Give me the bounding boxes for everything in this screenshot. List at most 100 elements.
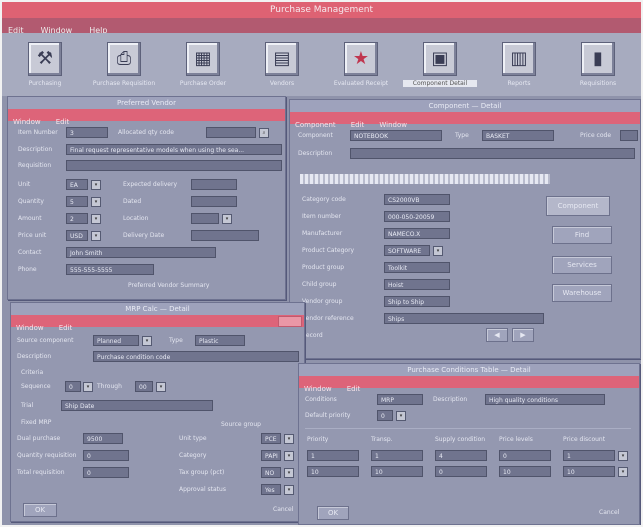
category-code-field[interactable]: CS2000VB xyxy=(384,194,450,205)
type-field[interactable]: Plastic xyxy=(195,335,245,346)
chevron-down-icon[interactable]: ▾ xyxy=(91,180,101,190)
type-field[interactable]: BASKET xyxy=(482,130,554,141)
toolbar-button-2[interactable]: ⎙ Purchase Requisition xyxy=(87,38,161,94)
component-field[interactable]: NOTEBOOK xyxy=(350,130,442,141)
find-button[interactable]: Find xyxy=(552,226,612,244)
expected-delivery-field[interactable] xyxy=(191,179,237,190)
chevron-down-icon[interactable]: ▾ xyxy=(156,382,166,392)
table-cell[interactable]: 10 xyxy=(563,466,615,477)
chevron-down-icon[interactable]: ▾ xyxy=(284,485,294,495)
default-priority-field[interactable]: 0 xyxy=(377,410,393,421)
amount-field[interactable]: 2 xyxy=(66,213,88,224)
source-field[interactable]: Planned xyxy=(93,335,139,346)
chevron-down-icon[interactable]: ▾ xyxy=(91,197,101,207)
ok-button[interactable]: OK xyxy=(317,506,349,520)
chevron-down-icon[interactable]: ▾ xyxy=(618,451,628,461)
toolbar-button-7[interactable]: ▥ Reports xyxy=(482,38,556,94)
toolbar-button-6[interactable]: ▣ Component Detail xyxy=(403,38,477,94)
warehouse-button[interactable]: Warehouse xyxy=(552,284,612,302)
child-group-field[interactable]: Hoist xyxy=(384,279,450,290)
previous-record-button[interactable]: ◀ xyxy=(486,328,508,342)
cancel-button[interactable]: Cancel xyxy=(599,509,619,516)
chevron-down-icon[interactable]: ▾ xyxy=(142,336,152,346)
quantity-field[interactable]: 5 xyxy=(66,196,88,207)
menu-window[interactable]: Window xyxy=(11,322,49,334)
tax-field[interactable]: NO xyxy=(261,467,281,478)
chevron-down-icon[interactable]: ▾ xyxy=(222,214,232,224)
criteria-to-field[interactable]: 00 xyxy=(135,381,153,392)
ok-button[interactable]: OK xyxy=(23,503,57,517)
description-field[interactable]: Final request representative models when… xyxy=(66,144,282,155)
toolbar-button-5[interactable]: ★ Evaluated Receipt xyxy=(324,38,398,94)
dual-purchase-field[interactable]: 9500 xyxy=(83,433,123,444)
requisition-field[interactable] xyxy=(66,160,282,171)
delivery-date-field[interactable] xyxy=(191,230,259,241)
chevron-down-icon[interactable]: ▾ xyxy=(284,434,294,444)
table-cell[interactable]: 10 xyxy=(307,466,359,477)
search-icon[interactable]: ⌕ xyxy=(259,128,269,138)
category-label: Category xyxy=(179,452,207,459)
chevron-down-icon[interactable]: ▾ xyxy=(91,231,101,241)
manufacturer-field[interactable]: NAMECO.X xyxy=(384,228,450,239)
location-field[interactable] xyxy=(191,213,219,224)
phone-field[interactable]: 555-555-5555 xyxy=(66,264,154,275)
toolbar-button-4[interactable]: ▤ Vendors xyxy=(245,38,319,94)
table-cell[interactable]: 1 xyxy=(371,450,423,461)
total-requisition-field[interactable]: 0 xyxy=(83,467,129,478)
chevron-down-icon[interactable]: ▾ xyxy=(433,246,443,256)
toolbar-icon-frame: ▮ xyxy=(581,42,615,76)
qty-requisition-field[interactable]: 0 xyxy=(83,450,129,461)
menu-edit[interactable]: Edit xyxy=(342,383,366,395)
contact-field[interactable]: John Smith xyxy=(66,247,216,258)
next-record-button[interactable]: ▶ xyxy=(512,328,534,342)
cancel-button[interactable]: Cancel xyxy=(273,506,293,513)
description-field[interactable] xyxy=(350,148,635,159)
menu-edit[interactable]: Edit xyxy=(54,322,78,334)
services-button[interactable]: Services xyxy=(552,256,612,274)
price-unit-field[interactable]: USD xyxy=(66,230,88,241)
chevron-down-icon[interactable]: ▾ xyxy=(83,382,93,392)
product-category-field[interactable]: SOFTWARE xyxy=(384,245,430,256)
menu-window[interactable]: Window xyxy=(8,116,46,128)
product-group-field[interactable]: Toolkit xyxy=(384,262,450,273)
trial-field[interactable]: Ship Date xyxy=(61,400,213,411)
product-category-label: Product Category xyxy=(302,247,355,254)
criteria-from-field[interactable]: 0 xyxy=(65,381,81,392)
conditions-field[interactable]: MRP xyxy=(377,394,423,405)
table-cell[interactable]: 1 xyxy=(563,450,615,461)
amount-label: Amount xyxy=(18,215,42,222)
manufacturer-label: Manufacturer xyxy=(302,230,343,237)
table-cell[interactable]: 1 xyxy=(307,450,359,461)
toolbar-button-8[interactable]: ▮ Requisitions xyxy=(561,38,635,94)
date-field[interactable] xyxy=(191,196,237,207)
unit-field[interactable]: EA xyxy=(66,179,88,190)
chevron-down-icon[interactable]: ▾ xyxy=(396,411,406,421)
price-code-field[interactable] xyxy=(620,130,638,141)
chevron-down-icon[interactable]: ▾ xyxy=(284,468,294,478)
qty-code-field[interactable] xyxy=(206,127,256,138)
table-cell[interactable]: 10 xyxy=(499,466,551,477)
unit-type-field[interactable]: PCE xyxy=(261,433,281,444)
table-cell[interactable]: 10 xyxy=(371,466,423,477)
item-number-field[interactable]: 3 xyxy=(66,127,108,138)
toolbar-button-3[interactable]: ▦ Purchase Order xyxy=(166,38,240,94)
approval-field[interactable]: Yes xyxy=(261,484,281,495)
menu-component[interactable]: Component xyxy=(290,119,341,131)
chevron-down-icon[interactable]: ▾ xyxy=(91,214,101,224)
chevron-down-icon[interactable]: ▾ xyxy=(284,451,294,461)
category-field[interactable]: PAPI xyxy=(261,450,281,461)
item-number-field[interactable]: 000-050-20059 xyxy=(384,211,450,222)
chevron-down-icon[interactable]: ▾ xyxy=(618,467,628,477)
table-cell[interactable]: 0 xyxy=(435,466,487,477)
vendor-reference-field[interactable]: Ships xyxy=(384,313,544,324)
component-button[interactable]: Component xyxy=(546,196,610,216)
description-field[interactable]: Purchase condition code xyxy=(93,351,299,362)
toolbar-button-1[interactable]: ⚒ Purchasing xyxy=(8,38,82,94)
table-cell[interactable]: 4 xyxy=(435,450,487,461)
vendor-group-field[interactable]: Ship to Ship xyxy=(384,296,450,307)
toolbar-icon-frame: ⎙ xyxy=(107,42,141,76)
window-control-button[interactable] xyxy=(278,316,302,327)
table-cell[interactable]: 0 xyxy=(499,450,551,461)
description-field[interactable]: High quality conditions xyxy=(485,394,605,405)
menu-window[interactable]: Window xyxy=(299,383,337,395)
